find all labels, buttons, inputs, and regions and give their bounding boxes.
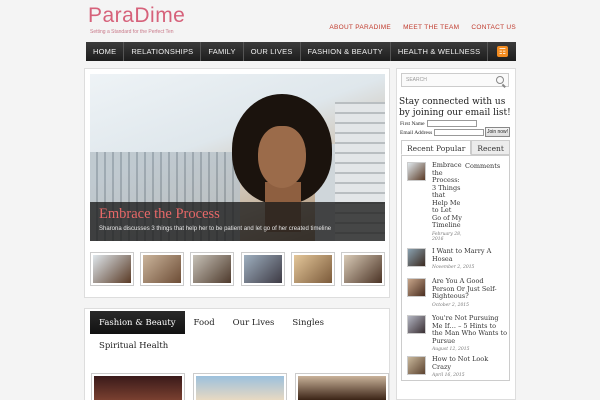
featured-image[interactable]: Embrace the Process Sharona discusses 3 … (90, 74, 385, 241)
slider-thumb[interactable] (190, 252, 235, 286)
category-post-thumb[interactable] (193, 373, 287, 400)
post-date: November 2, 2015 (432, 265, 475, 270)
tab-food[interactable]: Food (185, 311, 224, 334)
nav-our-lives[interactable]: OUR LIVES (244, 42, 301, 61)
slider-thumb[interactable] (340, 252, 385, 286)
featured-caption: Embrace the Process Sharona discusses 3 … (90, 202, 385, 241)
post-thumb[interactable] (407, 278, 426, 297)
category-panel: Fashion & Beauty Food Our Lives Singles … (84, 308, 390, 400)
slider-thumbnails (90, 252, 385, 286)
post-date: August 12, 2015 (432, 347, 470, 352)
first-name-field[interactable] (426, 120, 477, 127)
list-item[interactable]: You're Not Pursuing Me If… – 5 Hints to … (407, 314, 508, 352)
logo-text: ParaDime (88, 4, 186, 27)
category-tabs: Fashion & Beauty Food Our Lives Singles … (90, 311, 380, 357)
portrait-face (258, 126, 306, 188)
post-list: Comments Embrace the Process: 3 Things t… (401, 155, 510, 381)
nav-health-wellness[interactable]: HEALTH & WELLNESS (391, 42, 489, 61)
newsletter-heading: Stay connected with us by joining our em… (399, 97, 511, 118)
post-thumb[interactable] (407, 162, 426, 181)
list-item[interactable]: Embrace the Process: 3 Things that Help … (407, 161, 462, 242)
tab-recent[interactable]: Recent (471, 140, 510, 155)
category-thumbnails (91, 373, 389, 400)
search-box[interactable]: SEARCH (401, 73, 509, 87)
post-title[interactable]: Embrace the Process: 3 Things that Help … (432, 161, 462, 230)
post-title[interactable]: I Want to Marry A Hosea (432, 247, 506, 263)
main-nav: HOME RELATIONSHIPS FAMILY OUR LIVES FASH… (86, 42, 516, 61)
featured-slider: Embrace the Process Sharona discusses 3 … (84, 68, 390, 298)
post-body: Embrace the Process: 3 Things that Help … (432, 161, 462, 242)
list-item[interactable]: I Want to Marry A Hosea November 2, 2015 (407, 247, 506, 270)
post-title[interactable]: How to Not Look Crazy (432, 355, 508, 371)
email-row: Email Address (400, 129, 485, 136)
slider-thumb[interactable] (240, 252, 285, 286)
site-logo[interactable]: ParaDime Setting a Standard for the Perf… (88, 4, 185, 35)
tab-fashion-beauty[interactable]: Fashion & Beauty (90, 311, 185, 334)
nav-fashion-beauty[interactable]: FASHION & BEAUTY (301, 42, 391, 61)
tab-our-lives[interactable]: Our Lives (224, 311, 284, 334)
team-link[interactable]: MEET THE TEAM (403, 24, 459, 31)
rss-icon[interactable]: ☶ (497, 46, 508, 57)
nav-family[interactable]: FAMILY (201, 42, 244, 61)
post-thumb[interactable] (407, 315, 426, 334)
sidebar-tabs: Recent Popular Recent (401, 140, 510, 155)
top-links: ABOUT PARADIME MEET THE TEAM CONTACT US (329, 24, 516, 31)
search-icon[interactable] (496, 76, 504, 84)
email-label: Email Address (400, 129, 433, 136)
post-title[interactable]: Are You A Good Person Or Just Self-Right… (432, 277, 506, 301)
post-date: February 28, 2016 (432, 231, 462, 242)
post-title[interactable]: You're Not Pursuing Me If… – 5 Hints to … (432, 314, 508, 345)
slider-thumb[interactable] (90, 252, 134, 286)
join-button[interactable]: Join now! (485, 127, 510, 137)
post-thumb[interactable] (407, 248, 426, 267)
post-date: October 2, 2015 (432, 302, 470, 308)
post-body: Are You A Good Person Or Just Self-Right… (432, 277, 506, 308)
list-item[interactable]: How to Not Look Crazy April 16, 2015 (407, 355, 508, 378)
featured-title[interactable]: Embrace the Process (99, 205, 376, 223)
sidebar: SEARCH Stay connected with us by joining… (396, 68, 516, 400)
post-date: April 16, 2015 (432, 373, 465, 378)
tab-comments[interactable]: Comments (465, 162, 500, 170)
search-input[interactable]: SEARCH (402, 77, 496, 83)
logo-tagline: Setting a Standard for the Perfect Ten (90, 29, 174, 35)
post-body: I Want to Marry A Hosea November 2, 2015 (432, 247, 506, 270)
slider-thumb[interactable] (140, 252, 185, 286)
nav-home[interactable]: HOME (86, 42, 125, 61)
contact-link[interactable]: CONTACT US (471, 24, 516, 31)
post-thumb[interactable] (407, 356, 426, 375)
featured-subtitle: Sharona discusses 3 things that help her… (99, 226, 332, 232)
first-name-label: First Name (400, 120, 425, 127)
slider-thumb[interactable] (290, 252, 335, 286)
about-link[interactable]: ABOUT PARADIME (329, 24, 391, 31)
list-item[interactable]: Are You A Good Person Or Just Self-Right… (407, 277, 506, 308)
email-field[interactable] (434, 129, 485, 136)
category-post-thumb[interactable] (295, 373, 389, 400)
first-name-row: First Name (400, 120, 477, 127)
post-body: You're Not Pursuing Me If… – 5 Hints to … (432, 314, 508, 352)
tab-singles[interactable]: Singles (283, 311, 333, 334)
nav-relationships[interactable]: RELATIONSHIPS (124, 42, 202, 61)
post-body: How to Not Look Crazy April 16, 2015 (432, 355, 508, 378)
category-post-thumb[interactable] (91, 373, 185, 400)
tab-recent-popular[interactable]: Recent Popular (401, 140, 472, 155)
tab-spiritual-health[interactable]: Spiritual Health (90, 334, 177, 357)
